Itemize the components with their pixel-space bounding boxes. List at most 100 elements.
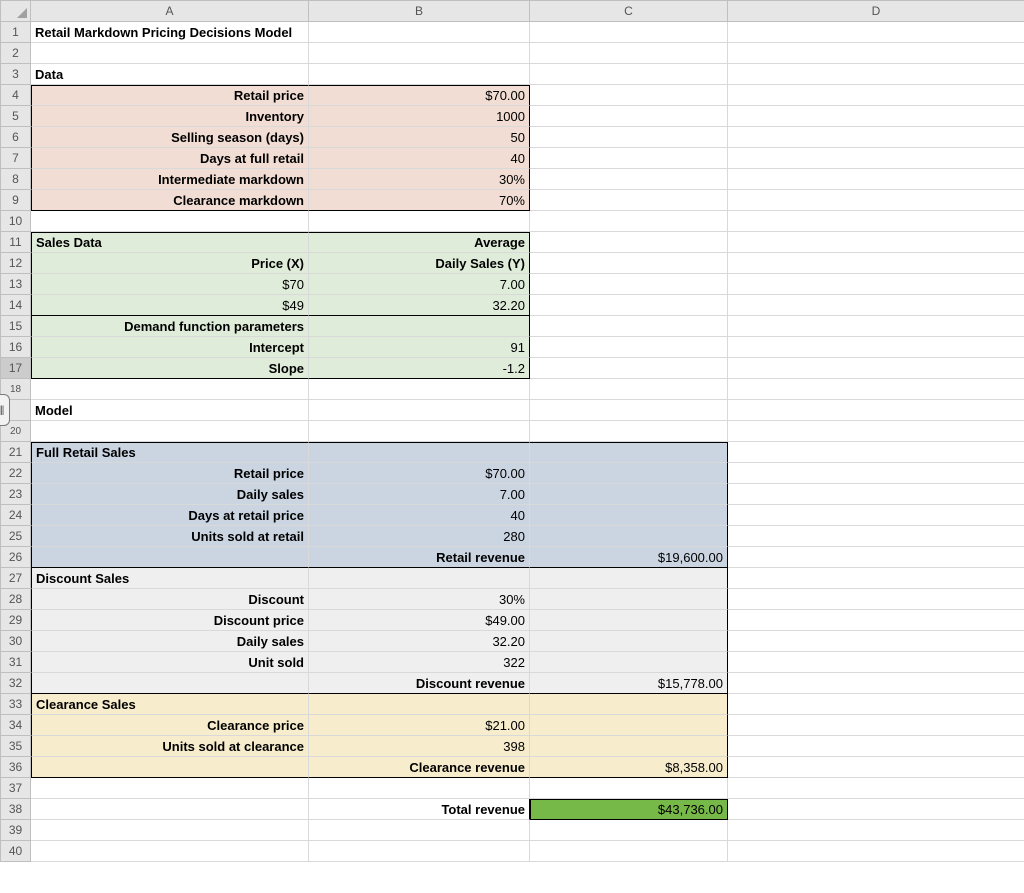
- cell-B24-value[interactable]: 40: [309, 505, 530, 526]
- cell-A37[interactable]: [31, 778, 309, 799]
- cell-A23-label[interactable]: Daily sales: [31, 484, 309, 505]
- col-header-D[interactable]: D: [728, 1, 1024, 22]
- cell-D25[interactable]: [728, 526, 1024, 547]
- cell-A12-price-x[interactable]: Price (X): [31, 253, 309, 274]
- cell-D7[interactable]: [728, 148, 1024, 169]
- row-header[interactable]: 40: [1, 841, 31, 862]
- cell-D12[interactable]: [728, 253, 1024, 274]
- cell-C1[interactable]: [530, 22, 728, 43]
- cell-C8[interactable]: [530, 169, 728, 190]
- cell-D31[interactable]: [728, 652, 1024, 673]
- cell-C17[interactable]: [530, 358, 728, 379]
- cell-A5-label[interactable]: Inventory: [31, 106, 309, 127]
- cell-D11[interactable]: [728, 232, 1024, 253]
- cell-B27[interactable]: [309, 568, 530, 589]
- row-header[interactable]: 1: [1, 22, 31, 43]
- col-header-C[interactable]: C: [530, 1, 728, 22]
- cell-C21[interactable]: [530, 442, 728, 463]
- cell-B14-value[interactable]: 32.20: [309, 295, 530, 316]
- cell-D30[interactable]: [728, 631, 1024, 652]
- cell-B28-value[interactable]: 30%: [309, 589, 530, 610]
- cell-B10[interactable]: [309, 211, 530, 232]
- cell-B22-value[interactable]: $70.00: [309, 463, 530, 484]
- cell-A8-label[interactable]: Intermediate markdown: [31, 169, 309, 190]
- cell-B11-average[interactable]: Average: [309, 232, 530, 253]
- cell-C20[interactable]: [530, 421, 728, 442]
- row-header[interactable]: 39: [1, 820, 31, 841]
- cell-B33[interactable]: [309, 694, 530, 715]
- cell-D34[interactable]: [728, 715, 1024, 736]
- cell-A3-data-header[interactable]: Data: [31, 64, 309, 85]
- cell-A36[interactable]: [31, 757, 309, 778]
- row-group-toggle-icon[interactable]: |||: [0, 394, 10, 426]
- row-header[interactable]: 30: [1, 631, 31, 652]
- row-header[interactable]: 31: [1, 652, 31, 673]
- cell-D3[interactable]: [728, 64, 1024, 85]
- row-header[interactable]: 26: [1, 547, 31, 568]
- cell-A27-discount-sales[interactable]: Discount Sales: [31, 568, 309, 589]
- cell-A4-label[interactable]: Retail price: [31, 85, 309, 106]
- cell-D22[interactable]: [728, 463, 1024, 484]
- row-header[interactable]: 10: [1, 211, 31, 232]
- cell-D4[interactable]: [728, 85, 1024, 106]
- cell-A26[interactable]: [31, 547, 309, 568]
- cell-D19[interactable]: [728, 400, 1024, 421]
- row-header[interactable]: 21: [1, 442, 31, 463]
- cell-D16[interactable]: [728, 337, 1024, 358]
- cell-D10[interactable]: [728, 211, 1024, 232]
- cell-C29[interactable]: [530, 610, 728, 631]
- cell-A21-full-retail[interactable]: Full Retail Sales: [31, 442, 309, 463]
- cell-B31-value[interactable]: 322: [309, 652, 530, 673]
- cell-A9-label[interactable]: Clearance markdown: [31, 190, 309, 211]
- cell-B40[interactable]: [309, 841, 530, 862]
- cell-B21[interactable]: [309, 442, 530, 463]
- cell-D27[interactable]: [728, 568, 1024, 589]
- row-header[interactable]: 36: [1, 757, 31, 778]
- cell-D29[interactable]: [728, 610, 1024, 631]
- cell-D35[interactable]: [728, 736, 1024, 757]
- cell-C3[interactable]: [530, 64, 728, 85]
- cell-B2[interactable]: [309, 43, 530, 64]
- cell-B4-value[interactable]: $70.00: [309, 85, 530, 106]
- cell-B34-value[interactable]: $21.00: [309, 715, 530, 736]
- row-header[interactable]: 32: [1, 673, 31, 694]
- cell-A25-label[interactable]: Units sold at retail: [31, 526, 309, 547]
- cell-C36-clearance-revenue-value[interactable]: $8,358.00: [530, 757, 728, 778]
- cell-D23[interactable]: [728, 484, 1024, 505]
- cell-C18[interactable]: [530, 379, 728, 400]
- col-header-A[interactable]: A: [31, 1, 309, 22]
- cell-A35-label[interactable]: Units sold at clearance: [31, 736, 309, 757]
- row-header[interactable]: 27: [1, 568, 31, 589]
- cell-D20[interactable]: [728, 421, 1024, 442]
- cell-D36[interactable]: [728, 757, 1024, 778]
- cell-A7-label[interactable]: Days at full retail: [31, 148, 309, 169]
- cell-B16-value[interactable]: 91: [309, 337, 530, 358]
- row-header[interactable]: 24: [1, 505, 31, 526]
- cell-B7-value[interactable]: 40: [309, 148, 530, 169]
- spreadsheet-grid[interactable]: A B C D 1 Retail Markdown Pricing Decisi…: [0, 0, 1024, 862]
- cell-D17[interactable]: [728, 358, 1024, 379]
- cell-D32[interactable]: [728, 673, 1024, 694]
- cell-A20[interactable]: [31, 421, 309, 442]
- cell-B15[interactable]: [309, 316, 530, 337]
- cell-D1[interactable]: [728, 22, 1024, 43]
- cell-A18[interactable]: [31, 379, 309, 400]
- cell-C4[interactable]: [530, 85, 728, 106]
- row-header[interactable]: 5: [1, 106, 31, 127]
- cell-B39[interactable]: [309, 820, 530, 841]
- cell-B26-retail-revenue-label[interactable]: Retail revenue: [309, 547, 530, 568]
- cell-C33[interactable]: [530, 694, 728, 715]
- row-header[interactable]: 25: [1, 526, 31, 547]
- row-header[interactable]: 37: [1, 778, 31, 799]
- cell-A31-label[interactable]: Unit sold: [31, 652, 309, 673]
- cell-A1-title[interactable]: Retail Markdown Pricing Decisions Model: [31, 22, 309, 43]
- cell-A33-clearance-sales[interactable]: Clearance Sales: [31, 694, 309, 715]
- cell-D38[interactable]: [728, 799, 1024, 820]
- cell-B35-value[interactable]: 398: [309, 736, 530, 757]
- cell-C25[interactable]: [530, 526, 728, 547]
- cell-C22[interactable]: [530, 463, 728, 484]
- row-header[interactable]: 35: [1, 736, 31, 757]
- cell-C40[interactable]: [530, 841, 728, 862]
- select-all-corner[interactable]: [1, 1, 31, 22]
- cell-D39[interactable]: [728, 820, 1024, 841]
